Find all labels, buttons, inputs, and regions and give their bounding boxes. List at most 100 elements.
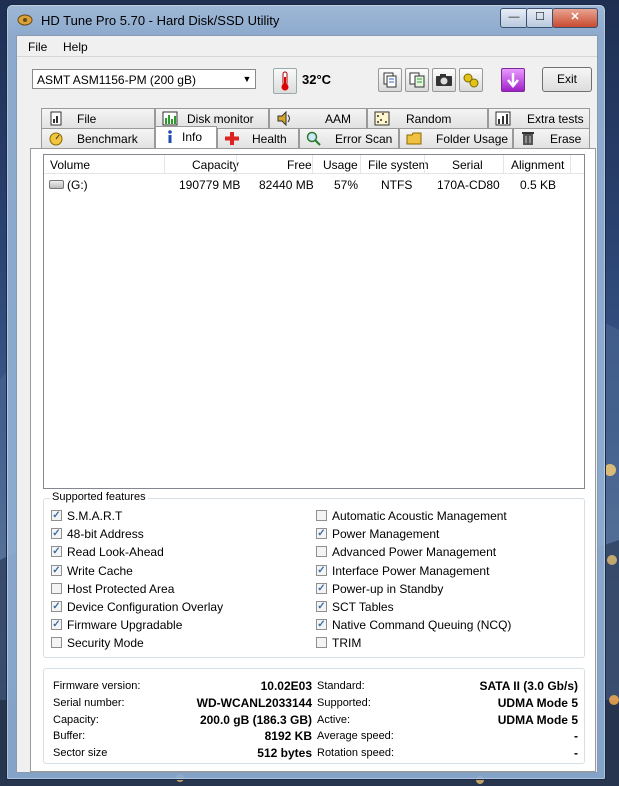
detail-value: - <box>574 746 578 761</box>
detail-value: SATA II (3.0 Gb/s) <box>479 679 578 693</box>
detail-value: 10.02E03 <box>260 679 312 693</box>
detail-value: - <box>574 729 578 744</box>
minimize-button[interactable]: — <box>500 8 528 28</box>
feature-checkbox: ✓ <box>316 619 327 631</box>
detail-value: UDMA Mode 5 <box>497 695 578 710</box>
detail-value: 512 bytes <box>257 746 312 761</box>
feature-label: Native Command Queuing (NCQ) <box>332 618 512 633</box>
tab-label: Benchmark <box>77 132 138 146</box>
feature-label: SCT Tables <box>332 600 394 614</box>
feature-checkbox: ✓ <box>316 582 327 594</box>
erase-icon <box>522 132 534 145</box>
tab-random-access[interactable]: Random Access <box>367 108 488 140</box>
detail-label: Average speed: <box>317 730 394 743</box>
folder-icon <box>406 132 422 145</box>
column-file-system[interactable]: File system <box>368 158 429 172</box>
column-usage[interactable]: Usage <box>323 158 358 172</box>
detail-label: Rotation speed: <box>317 747 395 760</box>
column-free[interactable]: Free <box>287 158 312 172</box>
save-button[interactable] <box>501 68 525 92</box>
copy-button[interactable] <box>378 68 402 92</box>
column-divider <box>570 155 571 173</box>
speaker-icon <box>277 111 290 126</box>
column-divider <box>360 155 361 173</box>
detail-label: Serial number: <box>53 696 125 709</box>
detail-value: WD-WCANL2033144 <box>196 695 312 710</box>
feature-checkbox: ✓ <box>316 564 327 576</box>
close-button[interactable]: ✕ <box>552 8 598 28</box>
tab-folder-usage[interactable]: Folder Usage <box>399 128 513 148</box>
tab-label: AAM <box>325 112 352 126</box>
copy-all-button[interactable] <box>405 68 429 92</box>
chevron-down-icon[interactable]: ▼ <box>239 70 255 88</box>
detail-value: 8192 KB <box>264 729 312 744</box>
options-button[interactable] <box>459 68 483 92</box>
error-scan-icon <box>306 131 321 146</box>
column-volume[interactable]: Volume <box>50 158 90 172</box>
drive-details-group: Firmware version: 10.02E03 Serial number: W… <box>43 668 585 764</box>
app-window: HD Tune Pro 5.70 - Hard Disk/SSD Utility… <box>6 4 606 780</box>
volume-list-header: Volume Capacity Free Usage File system S… <box>44 155 584 174</box>
cell-usage: 57% <box>334 178 359 192</box>
column-capacity[interactable]: Capacity <box>192 158 239 172</box>
detail-label: Capacity: <box>53 713 99 726</box>
feature-checkbox: ✓ <box>51 546 62 558</box>
extra-tests-icon <box>495 111 511 126</box>
volume-list[interactable]: Volume Capacity Free Usage File system S… <box>43 154 585 489</box>
temperature-readout: 32°C <box>302 72 332 87</box>
info-icon <box>168 130 172 143</box>
column-divider <box>424 155 425 173</box>
camera-icon <box>436 74 452 86</box>
feature-label: 48-bit Address <box>67 527 144 542</box>
maximize-button[interactable]: ☐ <box>526 8 554 28</box>
tab-disk-monitor[interactable]: Disk monitor <box>155 108 269 128</box>
drive-select[interactable]: ASMT ASM1156-PM (200 gB) ▼ <box>32 69 256 89</box>
tab-error-scan[interactable]: Error Scan <box>299 128 399 148</box>
feature-label: Power Management <box>332 527 440 542</box>
client-area: File Help ASMT ASM1156-PM (200 gB) ▼ 32°… <box>16 35 598 773</box>
supported-features-group: Supported features ✓ S.M.A.R.T ✓ 48-bit Add… <box>43 491 585 658</box>
column-serial[interactable]: Serial <box>452 158 483 172</box>
cell-file-system: NTFS <box>381 178 413 192</box>
tab-file-benchmark[interactable]: File Benchmark <box>41 108 155 140</box>
column-alignment[interactable]: Alignment <box>511 158 564 172</box>
tab-health[interactable]: Health <box>217 128 299 148</box>
detail-label: Sector size <box>53 747 108 760</box>
tab-label: Folder Usage <box>436 132 509 146</box>
info-panel: Volume Capacity Free Usage File system S… <box>30 148 596 772</box>
feature-label: S.M.A.R.T <box>67 509 123 523</box>
feature-checkbox <box>316 637 327 649</box>
cell-capacity: 190779 MB <box>179 178 241 192</box>
tab-extra-tests[interactable]: Extra tests <box>488 108 590 128</box>
tab-erase[interactable]: Erase <box>513 128 590 148</box>
menu-file[interactable]: File <box>28 40 47 54</box>
column-divider <box>164 155 165 173</box>
menu-help[interactable]: Help <box>63 40 88 54</box>
hard-drive-icon <box>49 180 64 189</box>
tab-benchmark[interactable]: Benchmark <box>41 128 155 148</box>
feature-checkbox <box>316 546 327 558</box>
feature-label: Security Mode <box>67 636 144 651</box>
feature-label: Host Protected Area <box>67 581 175 596</box>
title-bar[interactable]: HD Tune Pro 5.70 - Hard Disk/SSD Utility… <box>7 5 605 35</box>
feature-checkbox: ✓ <box>51 510 62 521</box>
health-icon <box>225 132 239 145</box>
benchmark-icon <box>49 132 63 146</box>
feature-label: Power-up in Standby <box>332 581 444 596</box>
thermometer-icon <box>273 68 297 94</box>
menu-separator <box>17 56 597 57</box>
detail-value: 200.0 gB (186.3 GB) <box>199 712 312 727</box>
feature-label: Write Cache <box>67 563 133 578</box>
detail-label: Standard: <box>317 680 365 692</box>
tab-aam[interactable]: AAM <box>269 108 367 128</box>
tab-info[interactable]: Info <box>155 126 217 148</box>
feature-checkbox <box>316 510 327 521</box>
options-icon <box>463 73 479 88</box>
feature-checkbox: ✓ <box>51 528 62 540</box>
exit-button[interactable]: Exit <box>542 67 592 92</box>
detail-label: Active: <box>317 713 351 726</box>
column-divider <box>236 155 237 173</box>
feature-checkbox: ✓ <box>51 619 62 631</box>
screenshot-button[interactable] <box>432 68 456 92</box>
tab-label: Health <box>252 132 287 146</box>
